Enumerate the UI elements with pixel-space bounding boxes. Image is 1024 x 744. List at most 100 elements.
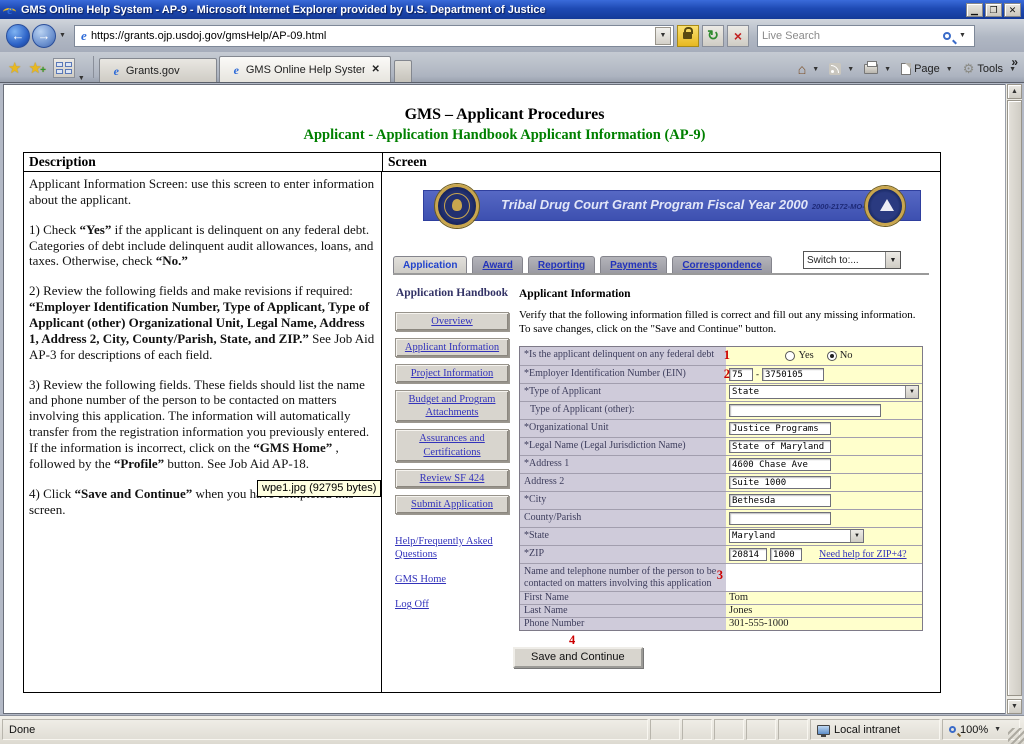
type-other-input[interactable]	[729, 404, 881, 417]
tab-list-dropdown-icon[interactable]: ▼	[78, 75, 85, 82]
form-row-state: *State Maryland ▼	[520, 527, 922, 545]
org-unit-input[interactable]: Justice Programs	[729, 422, 831, 435]
image-tooltip: wpe1.jpg (92795 bytes)	[257, 480, 381, 497]
sidebar-item-budget-attachments[interactable]: Budget and Program Attachments	[395, 390, 509, 422]
forward-button[interactable]: →	[32, 24, 56, 48]
gms-tab-award[interactable]: Award	[472, 256, 522, 273]
close-tab-icon[interactable]: ✕	[371, 64, 379, 75]
navigation-bar: ← → ▼ e https://grants.ojp.usdoj.gov/gms…	[0, 19, 1024, 52]
doj-seal-icon	[435, 184, 479, 228]
quick-tabs-icon[interactable]	[53, 58, 75, 78]
sidebar-link-help-faq[interactable]: Help/Frequently Asked Questions	[395, 535, 509, 561]
minimize-button[interactable]: ▁	[966, 3, 983, 17]
stop-button[interactable]: ×	[727, 25, 749, 47]
history-dropdown-icon[interactable]: ▼	[59, 32, 66, 39]
field-label: *Address 1	[520, 456, 726, 473]
field-label: *State	[520, 528, 726, 545]
sidebar-item-applicant-information[interactable]: Applicant Information	[395, 338, 509, 357]
address-bar[interactable]: e https://grants.ojp.usdoj.gov/gmsHelp/A…	[74, 25, 674, 47]
field-label: County/Parish	[520, 510, 726, 527]
favorites-star-icon[interactable]: ★	[8, 59, 21, 77]
home-button[interactable]: ⌂▼	[798, 61, 823, 77]
county-input[interactable]	[729, 512, 831, 525]
gms-tab-payments[interactable]: Payments	[600, 256, 667, 273]
search-dropdown-icon[interactable]: ▼	[959, 32, 966, 39]
field-label: Name and telephone number of the person …	[520, 564, 726, 591]
scrollbar-thumb[interactable]	[1007, 100, 1022, 696]
sidebar-item-assurances[interactable]: Assurances and Certifications	[395, 429, 509, 461]
rss-feed-icon	[829, 63, 841, 75]
field-label: *City	[520, 492, 726, 509]
ein-prefix-input[interactable]: 75	[729, 368, 753, 381]
restore-button[interactable]: ❐	[985, 3, 1002, 17]
zip-input[interactable]: 20814	[729, 548, 767, 561]
search-box[interactable]: Live Search ▼	[757, 25, 975, 47]
form-row-phone: Phone Number 301-555-1000	[520, 617, 922, 630]
print-button[interactable]: ▼	[864, 64, 895, 74]
sidebar-item-overview[interactable]: Overview	[395, 312, 509, 331]
chevron-down-icon: ▼	[905, 386, 918, 398]
vertical-scrollbar[interactable]: ▲ ▼	[1005, 84, 1022, 714]
scroll-up-icon[interactable]: ▲	[1007, 84, 1022, 99]
sidebar-item-review-sf424[interactable]: Review SF 424	[395, 469, 509, 488]
zip4-input[interactable]: 1000	[770, 548, 802, 561]
page-menu-button[interactable]: Page▼	[901, 63, 957, 75]
save-and-continue-button[interactable]: Save and Continue	[513, 647, 643, 668]
feeds-button[interactable]: ▼	[829, 63, 858, 75]
radio-yes[interactable]	[785, 351, 795, 361]
ein-suffix-input[interactable]: 3750105	[762, 368, 824, 381]
security-lock-button[interactable]	[677, 25, 699, 47]
radio-no[interactable]	[827, 351, 837, 361]
form-row-delinquent: *Is the applicant delinquent on any fede…	[520, 347, 922, 365]
search-placeholder[interactable]: Live Search	[762, 30, 943, 42]
browser-tab-grantsgov[interactable]: e Grants.gov	[99, 58, 217, 82]
description-paragraph: 2) Review the following fields and make …	[29, 283, 376, 362]
program-title: Tribal Drug Court Grant Program Fiscal Y…	[501, 197, 876, 212]
field-label: *Is the applicant delinquent on any fede…	[520, 347, 726, 365]
switch-to-select[interactable]: Switch to:... ▼	[803, 251, 901, 269]
address2-input[interactable]: Suite 1000	[729, 476, 831, 489]
page-title: GMS – Applicant Procedures	[4, 106, 1005, 124]
add-favorite-icon[interactable]: ★+	[28, 59, 41, 77]
form-row-county: County/Parish	[520, 509, 922, 527]
home-icon: ⌂	[798, 61, 806, 77]
gear-icon: ⚙	[963, 61, 975, 77]
type-of-applicant-select[interactable]: State ▼	[729, 385, 919, 399]
zoom-dropdown-icon[interactable]: ▼	[994, 726, 1001, 733]
search-icon[interactable]	[943, 32, 951, 40]
gms-tab-correspondence[interactable]: Correspondence	[672, 256, 771, 273]
gms-tab-row: Application Award Reporting Payments Cor…	[393, 255, 929, 275]
city-input[interactable]: Bethesda	[729, 494, 831, 507]
state-select[interactable]: Maryland ▼	[729, 529, 864, 543]
sidebar-link-log-off[interactable]: Log Off	[395, 598, 509, 611]
browser-tab-gms-help[interactable]: e GMS Online Help System ... ✕	[219, 56, 391, 82]
form-heading: Applicant Information	[519, 288, 923, 300]
form-row-last-name: Last Name Jones	[520, 604, 922, 617]
gms-tab-reporting[interactable]: Reporting	[528, 256, 595, 273]
address1-input[interactable]: 4600 Chase Ave	[729, 458, 831, 471]
scroll-down-icon[interactable]: ▼	[1007, 699, 1022, 714]
refresh-button[interactable]: ↻	[702, 25, 724, 47]
legal-name-input[interactable]: State of Maryland	[729, 440, 831, 453]
new-tab-stub[interactable]	[394, 60, 412, 82]
page-subtitle: Applicant - Application Handbook Applica…	[4, 127, 1005, 144]
sidebar-link-gms-home[interactable]: GMS Home	[395, 573, 509, 586]
screen-column-header: Screen	[383, 153, 940, 171]
toolbar-overflow-icon[interactable]: »	[1011, 55, 1018, 69]
back-button[interactable]: ←	[6, 24, 30, 48]
sidebar-item-submit-application[interactable]: Submit Application	[395, 495, 509, 514]
url-text[interactable]: https://grants.ojp.usdoj.gov/gmsHelp/AP-…	[91, 30, 655, 42]
resize-grip[interactable]	[1008, 728, 1024, 744]
zip-help-link[interactable]: Need help for ZIP+4?	[819, 549, 907, 560]
applicant-form-table: *Is the applicant delinquent on any fede…	[519, 346, 923, 631]
gms-banner: Tribal Drug Court Grant Program Fiscal Y…	[423, 186, 929, 228]
close-button[interactable]: ✕	[1004, 3, 1021, 17]
ie-logo-icon: e	[3, 3, 17, 17]
zoom-icon	[949, 726, 956, 733]
field-label: *Organizational Unit	[520, 420, 726, 437]
tab-bar: ★ ★+ ▼ e Grants.gov e GMS Online Help Sy…	[0, 52, 1024, 83]
address-dropdown-icon[interactable]: ▼	[655, 27, 671, 45]
sidebar-item-project-information[interactable]: Project Information	[395, 364, 509, 383]
gms-tab-application[interactable]: Application	[393, 256, 467, 273]
field-label: *Employer Identification Number (EIN)2	[520, 366, 726, 383]
